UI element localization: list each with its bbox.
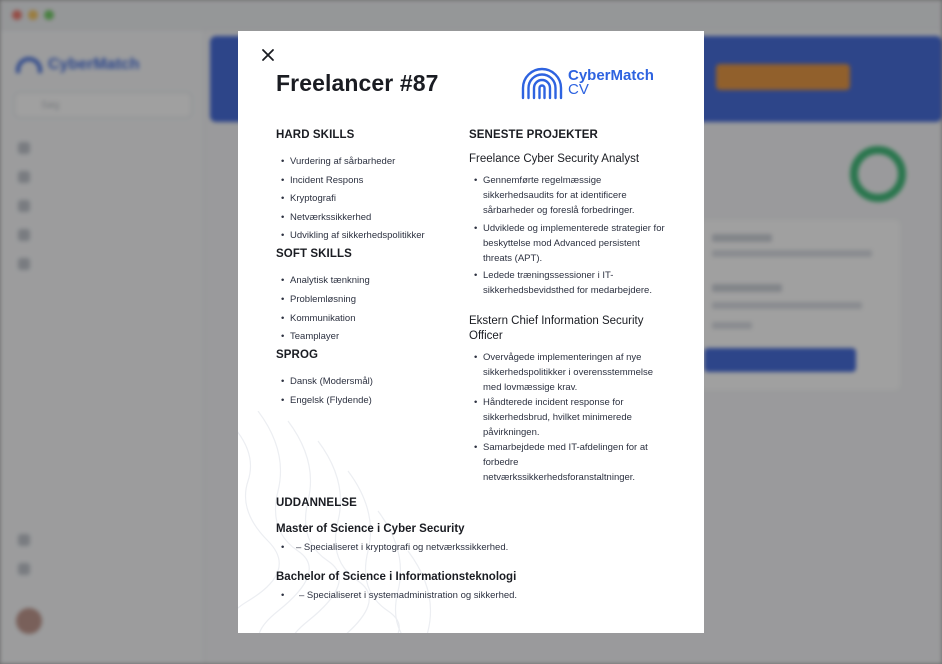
projects-column: SENESTE PROJEKTER Freelance Cyber Securi… xyxy=(469,129,669,485)
list-item: Incident Respons xyxy=(276,174,456,188)
list-item: Håndterede incident response for sikkerh… xyxy=(469,396,669,441)
list-item: Gennemførte regelmæssige sikkerhedsaudit… xyxy=(469,174,669,219)
degree-title: Master of Science i Cyber Security xyxy=(276,523,465,535)
list-item: Udvikling af sikkerhedspolitikker xyxy=(276,229,456,243)
project-bullets: Gennemførte regelmæssige sikkerhedsaudit… xyxy=(469,174,669,299)
degree-notes: – Specialiseret i systemadministration o… xyxy=(276,589,676,603)
education-heading: UDDANNELSE xyxy=(276,497,357,509)
list-item: Samarbejdede med IT-afdelingen for at fo… xyxy=(469,441,669,486)
project-title: Ekstern Chief Information Security Offic… xyxy=(469,315,644,343)
fingerprint-logo-icon xyxy=(521,67,563,100)
degree-title: Bachelor of Science i Informationsteknol… xyxy=(276,571,517,583)
logo-line-2: CV xyxy=(568,81,589,98)
hard-skills-heading: HARD SKILLS xyxy=(276,129,355,141)
soft-skills-heading: SOFT SKILLS xyxy=(276,248,352,261)
list-item: Teamplayer xyxy=(276,330,456,344)
languages-list: Dansk (Modersmål) Engelsk (Flydende) xyxy=(276,375,456,408)
list-item: Overvågede implementeringen af nye sikke… xyxy=(469,351,669,396)
cybermatch-cv-logo: CyberMatch CV xyxy=(520,66,654,100)
degree-note: – Specialiseret i systemadministration o… xyxy=(299,590,518,601)
hard-skills-list: Vurdering af sårbarheder Incident Respon… xyxy=(276,155,456,243)
list-item: Problemløsning xyxy=(276,293,456,307)
projects-heading: SENESTE PROJEKTER xyxy=(469,129,598,141)
list-item: Engelsk (Flydende) xyxy=(276,394,456,408)
list-item: Kryptografi xyxy=(276,192,456,206)
cv-title: Freelancer #87 xyxy=(276,70,439,96)
list-item: Analytisk tænkning xyxy=(276,274,456,288)
list-item: Dansk (Modersmål) xyxy=(276,375,456,389)
degree-note: – Specialiseret i kryptografi og netværk… xyxy=(296,542,509,553)
soft-skills-list: Analytisk tænkning Problemløsning Kommun… xyxy=(276,274,456,344)
degree-notes: – Specialiseret i kryptografi og netværk… xyxy=(276,541,676,555)
list-item: Vurdering af sårbarheder xyxy=(276,155,456,169)
list-item: Ledede træningssessioner i IT-sikkerheds… xyxy=(469,269,669,299)
skills-column: HARD SKILLS Vurdering af sårbarheder Inc… xyxy=(276,129,456,412)
languages-heading: SPROG xyxy=(276,349,319,362)
education-section: UDDANNELSE Master of Science i Cyber Sec… xyxy=(276,497,676,603)
project-bullets: Overvågede implementeringen af nye sikke… xyxy=(469,351,669,485)
close-icon[interactable] xyxy=(260,47,276,63)
cv-modal: Freelancer #87 CyberMatch CV HARD SKILLS… xyxy=(238,31,704,633)
list-item: Netværkssikkerhed xyxy=(276,211,456,225)
list-item: Kommunikation xyxy=(276,312,456,326)
list-item: Udviklede og implementerede strategier f… xyxy=(469,222,669,267)
project-title: Freelance Cyber Security Analyst xyxy=(469,153,640,165)
